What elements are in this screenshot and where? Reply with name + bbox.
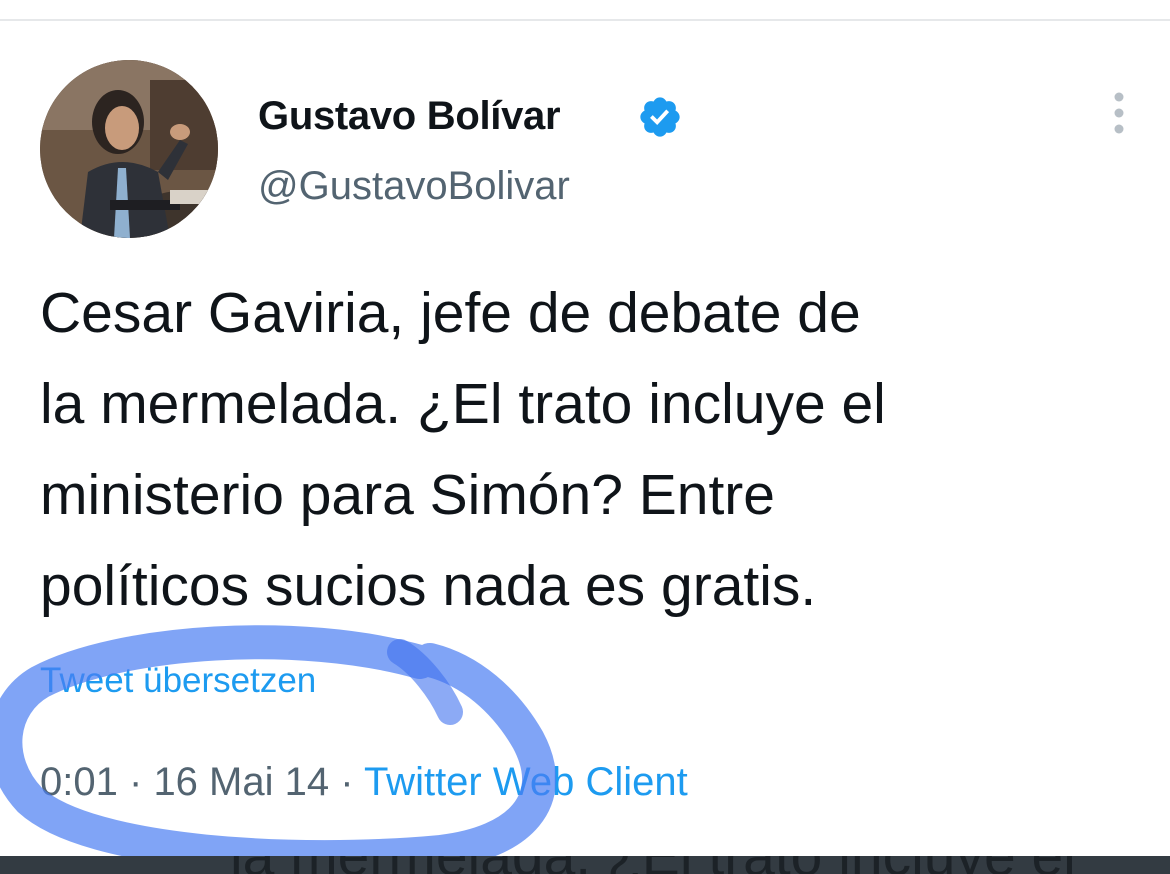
more-vertical-icon[interactable]: [1107, 90, 1131, 138]
meta-separator: ·: [128, 760, 143, 804]
tweet-time: 0:01: [40, 760, 118, 804]
tweet-meta: 0:01 · 16 Mai 14 · Twitter Web Client: [40, 754, 688, 810]
translate-tweet-link[interactable]: Tweet übersetzen: [40, 656, 316, 706]
avatar[interactable]: [40, 60, 218, 238]
tweet-source[interactable]: Twitter Web Client: [364, 760, 688, 804]
author-handle[interactable]: @GustavoBolivar: [258, 158, 570, 214]
author-display-name[interactable]: Gustavo Bolívar: [258, 88, 561, 144]
meta-separator: ·: [340, 760, 354, 804]
avatar-photo: [40, 60, 218, 238]
top-divider: [0, 19, 1170, 21]
tweet-date[interactable]: 16 Mai 14: [153, 760, 329, 804]
verified-badge-icon: [640, 97, 680, 137]
tweet-text: Cesar Gaviria, jefe de debate de la merm…: [40, 281, 886, 618]
bottom-overlay-bar: la mermelada. ¿El trato incluye el: [0, 856, 1170, 874]
background-text-fragment: la mermelada. ¿El trato incluye el: [230, 856, 1076, 874]
